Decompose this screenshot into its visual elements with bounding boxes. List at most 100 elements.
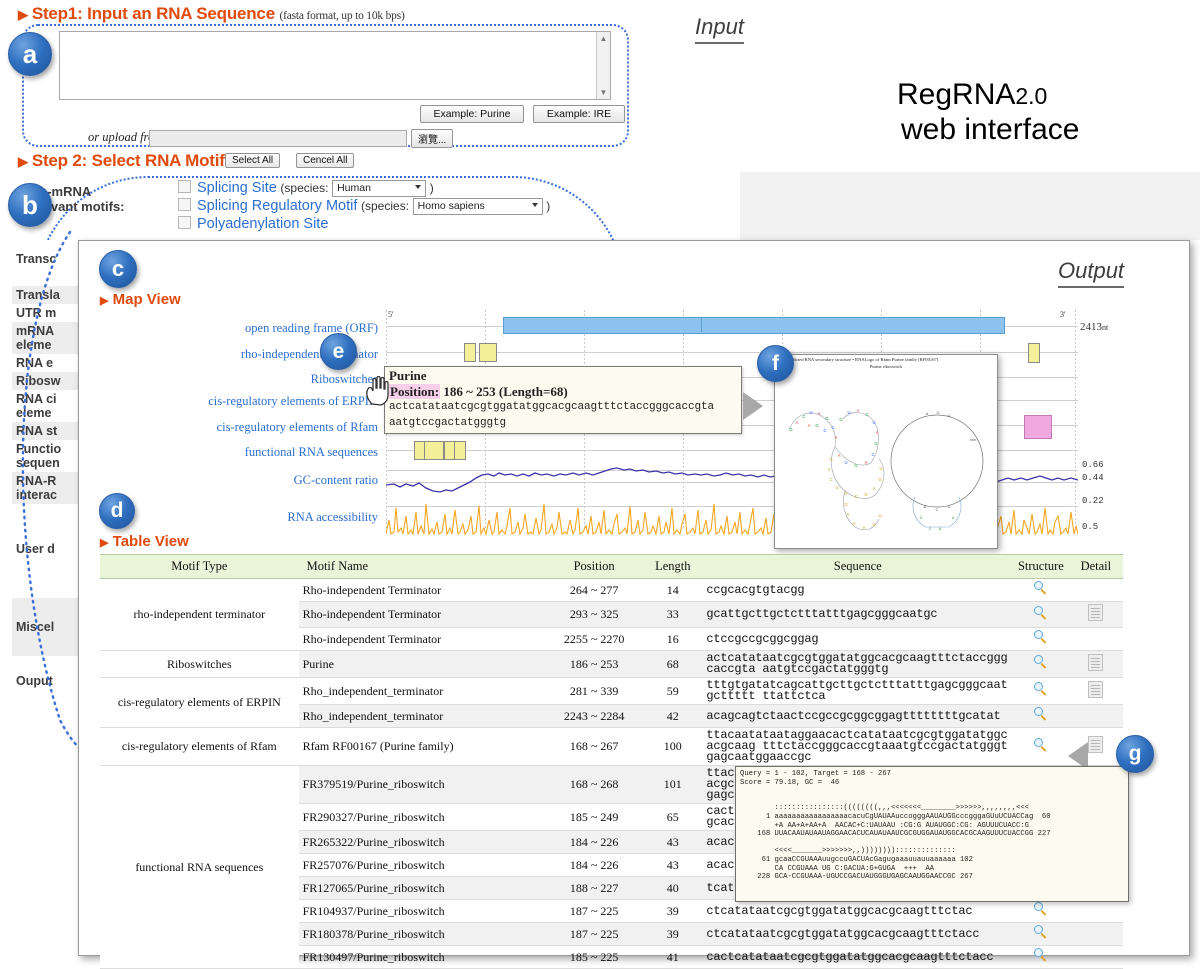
table-row[interactable]: rho-independent terminator Rho-independen… — [100, 578, 1123, 651]
label-splicing-site[interactable]: Splicing Site — [197, 180, 277, 196]
cell-structure[interactable] — [1013, 945, 1069, 969]
upload-path-input[interactable] — [149, 130, 407, 147]
cell-detail[interactable] — [1068, 601, 1123, 628]
feature-rfam[interactable] — [1024, 415, 1052, 439]
cell-detail[interactable] — [1068, 922, 1123, 946]
cell-structure[interactable] — [1013, 650, 1069, 678]
cell-detail[interactable] — [1068, 945, 1123, 969]
magnifier-icon[interactable] — [1033, 902, 1048, 916]
label-splicing-regulatory-motif[interactable]: Splicing Regulatory Motif — [197, 198, 357, 214]
scroll-up-icon[interactable]: ▲ — [599, 34, 608, 43]
arrow-to-structure-popup — [743, 392, 763, 420]
checkbox-splicing-regulatory-motif[interactable] — [178, 198, 191, 212]
cell-motif-name: Rfam RF00167 (Purine family) — [298, 727, 546, 766]
cell-structure[interactable] — [1013, 704, 1069, 728]
cell-structure[interactable] — [1013, 899, 1069, 923]
cell-motif-name: Purine — [298, 650, 546, 678]
feature-terminator-3[interactable] — [1028, 343, 1040, 363]
cell-structure[interactable] — [1013, 601, 1069, 628]
document-icon[interactable] — [1088, 653, 1104, 671]
cell-detail[interactable] — [1068, 899, 1123, 923]
example-purine-button[interactable]: Example: Purine — [420, 105, 524, 123]
motif-row-splicing-regulatory-motif[interactable]: Splicing Regulatory Motif (species: Homo… — [178, 198, 551, 216]
track-label-rna-accessibility: RNA accessibility — [287, 510, 378, 524]
checkbox-polyadenylation-site[interactable] — [178, 216, 191, 230]
cell-detail[interactable] — [1068, 627, 1123, 651]
cell-length: 41 — [643, 945, 703, 969]
example-ire-button[interactable]: Example: IRE — [533, 105, 625, 123]
document-icon[interactable] — [1088, 736, 1104, 753]
textarea-scrollbar[interactable]: ▲ ▼ — [596, 32, 610, 99]
motif-checkbox-list: Splicing Site (species: Human ) Splicing… — [178, 180, 550, 232]
table-row[interactable]: cis-regulatory elements of Rfam Rfam RF00… — [100, 727, 1123, 766]
species-prefix-0: (species: — [280, 181, 329, 195]
cell-detail[interactable] — [1068, 650, 1123, 678]
cell-motif-name: Rho_independent_terminator — [298, 677, 546, 705]
species-select-splicing-regulatory-motif[interactable]: Homo sapiens — [412, 198, 543, 216]
cell-motif-name: FR130497/Purine_riboswitch — [298, 945, 546, 969]
browse-button[interactable]: 瀏覽... — [411, 129, 454, 148]
motif-row-polyadenylation-site[interactable]: Polyadenylation Site — [178, 216, 550, 232]
feature-functional-2[interactable] — [424, 441, 444, 460]
cell-sequence: cactcatataatcgcgtggatatggcacgcaagtttctac… — [702, 945, 1014, 969]
cell-structure[interactable] — [1013, 677, 1069, 705]
magnifier-icon[interactable] — [1033, 707, 1048, 721]
magnifier-icon[interactable] — [1033, 605, 1048, 620]
cell-structure[interactable] — [1013, 727, 1069, 766]
label-polyadenylation-site[interactable]: Polyadenylation Site — [197, 216, 328, 232]
species-suffix-1: ) — [546, 199, 551, 214]
cell-detail[interactable] — [1068, 704, 1123, 728]
feature-functional-4[interactable] — [454, 441, 466, 460]
input-section-heading: Input — [695, 14, 744, 44]
magnifier-icon[interactable] — [1033, 925, 1048, 939]
svg-text:A: A — [863, 525, 866, 530]
alignment-text: Query = 1 - 102, Target = 168 - 267 Scor… — [740, 770, 1051, 882]
magnifier-icon[interactable] — [1033, 737, 1048, 752]
step2-title: Step 2: Select RNA Motifs — [31, 151, 234, 170]
table-row[interactable]: cis-regulatory elements of ERPIN Rho_inde… — [100, 677, 1123, 728]
feature-terminator-2[interactable] — [479, 343, 497, 362]
magnifier-icon[interactable] — [1033, 655, 1048, 669]
motif-row-splicing-site[interactable]: Splicing Site (species: Human ) — [178, 180, 550, 198]
feature-terminator-1[interactable] — [464, 343, 476, 362]
col-detail: Detail — [1068, 554, 1123, 579]
cell-structure[interactable] — [1013, 578, 1069, 602]
brand-title: RegRNA2.0 — [897, 78, 1047, 113]
svg-text:A: A — [939, 527, 942, 531]
callout-badge-g: g — [1116, 735, 1154, 773]
cell-detail[interactable] — [1068, 578, 1123, 602]
cancel-all-button[interactable]: Cencel All — [296, 153, 355, 168]
sequence-length-label: 2413nt — [1080, 321, 1108, 333]
magnifier-icon[interactable] — [1033, 948, 1048, 962]
svg-text:U: U — [948, 413, 951, 418]
tooltip-position-label: Position: — [389, 384, 441, 399]
document-icon[interactable] — [1088, 680, 1104, 698]
select-all-button[interactable]: Select All — [225, 153, 281, 168]
scroll-down-icon[interactable]: ▼ — [599, 88, 608, 97]
svg-text:U: U — [809, 410, 812, 415]
tooltip-position: Position: 186 ~ 253 (Length=68) — [385, 384, 741, 400]
cell-position: 281 ~ 339 — [545, 677, 644, 705]
magnifier-icon[interactable] — [1033, 630, 1048, 644]
svg-text:U: U — [872, 522, 875, 527]
cell-motif-type: functional RNA sequences — [100, 765, 299, 969]
svg-text:A: A — [838, 453, 841, 458]
cell-sequence: gcattgcttgctctttatttgagcgggcaatgc — [702, 601, 1014, 628]
checkbox-splicing-site[interactable] — [178, 180, 191, 193]
magnifier-icon[interactable] — [1033, 682, 1048, 696]
cell-structure[interactable] — [1013, 922, 1069, 946]
cell-detail[interactable] — [1068, 677, 1123, 705]
feature-orf[interactable] — [503, 317, 1005, 334]
table-row[interactable]: Riboswitches Purine 186 ~ 253 68 actcatataat… — [100, 650, 1123, 678]
svg-text:C: C — [854, 494, 857, 499]
rna-sequence-textarea[interactable]: ▲ ▼ — [59, 31, 611, 100]
species-select-splicing-site[interactable]: Human — [332, 180, 427, 198]
magnifier-icon[interactable] — [1033, 581, 1048, 595]
cell-length: 59 — [643, 677, 703, 705]
svg-text:nnn: nnn — [970, 437, 977, 442]
cell-position: 187 ~ 225 — [545, 899, 644, 923]
document-icon[interactable] — [1088, 604, 1104, 621]
cell-structure[interactable] — [1013, 627, 1069, 651]
cell-length: 43 — [643, 830, 703, 854]
svg-text:G: G — [854, 463, 857, 468]
